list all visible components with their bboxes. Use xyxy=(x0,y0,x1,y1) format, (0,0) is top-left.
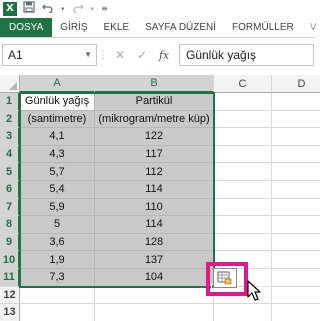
row-header-12[interactable]: 12 xyxy=(0,286,20,305)
cell-d10[interactable] xyxy=(272,251,320,269)
cell-d12[interactable] xyxy=(272,287,320,305)
cell-a13[interactable] xyxy=(20,304,95,321)
cell-c13[interactable] xyxy=(214,304,272,321)
cell-d5[interactable] xyxy=(272,163,320,181)
formula-input[interactable]: Günlük yağış xyxy=(179,44,314,66)
cell-a3[interactable]: 4,1 xyxy=(20,128,95,146)
cell-d7[interactable] xyxy=(272,199,320,217)
cell-b8[interactable]: 114 xyxy=(95,216,214,234)
tab-file[interactable]: DOSYA xyxy=(0,18,53,37)
row-header-11[interactable]: 11 xyxy=(0,269,20,287)
cell-d8[interactable] xyxy=(272,216,320,234)
cell-a7[interactable]: 5,9 xyxy=(20,198,95,217)
cell-c2[interactable] xyxy=(214,110,272,129)
quick-analysis-button[interactable] xyxy=(213,268,237,288)
cancel-icon[interactable]: ✕ xyxy=(109,48,131,62)
cell-b2[interactable]: (mikrogram/metre küp) xyxy=(95,110,214,129)
cell-b9[interactable]: 128 xyxy=(95,233,214,252)
row-header-9[interactable]: 9 xyxy=(0,233,20,252)
cell-b13[interactable] xyxy=(95,304,214,321)
row-header-8[interactable]: 8 xyxy=(0,216,20,234)
cell-d3[interactable] xyxy=(272,128,320,146)
row-header-7[interactable]: 7 xyxy=(0,198,20,217)
cell-c7[interactable] xyxy=(214,198,272,217)
undo-icon[interactable] xyxy=(42,1,54,16)
tab-home[interactable]: GİRİŞ xyxy=(52,18,95,37)
cell-a1[interactable]: Günlük yağış xyxy=(20,93,95,111)
cell-d4[interactable] xyxy=(272,146,320,164)
excel-app-icon[interactable]: X xyxy=(3,1,17,16)
enter-icon[interactable]: ✓ xyxy=(131,48,153,62)
row-header-4[interactable]: 4 xyxy=(0,145,20,164)
cell-d1[interactable] xyxy=(272,93,320,111)
cell-a5[interactable]: 5,7 xyxy=(20,163,95,181)
ribbon-tabs: DOSYA GİRİŞ EKLE SAYFA DÜZENİ FORMÜLLER … xyxy=(0,18,316,38)
row-header-1[interactable]: 1 xyxy=(0,93,20,111)
cell-a10[interactable]: 1,9 xyxy=(20,251,95,269)
select-all-button[interactable] xyxy=(0,75,20,93)
cell-c4[interactable] xyxy=(214,145,272,164)
customize-qat-icon[interactable]: ≡ xyxy=(101,3,108,15)
cell-a8[interactable]: 5 xyxy=(20,216,95,234)
column-header-c[interactable]: C xyxy=(214,75,272,93)
row-header-2[interactable]: 2 xyxy=(0,110,20,129)
tab-formulas[interactable]: FORMÜLLER xyxy=(224,18,302,37)
row-header-6[interactable]: 6 xyxy=(0,181,20,199)
row-header-13[interactable]: 13 xyxy=(0,304,20,321)
tab-insert[interactable]: EKLE xyxy=(96,18,138,37)
cell-b11[interactable]: 104 xyxy=(95,269,214,287)
tab-data[interactable]: VE xyxy=(302,18,316,37)
cell-b5[interactable]: 112 xyxy=(95,163,214,181)
cell-d9[interactable] xyxy=(272,234,320,252)
formula-bar-grip-icon[interactable]: ⋮ xyxy=(97,50,109,61)
cell-a9[interactable]: 3,6 xyxy=(20,233,95,252)
cell-c1[interactable] xyxy=(214,93,272,111)
chevron-down-icon[interactable]: ▼ xyxy=(84,50,92,59)
cell-c5[interactable] xyxy=(214,163,272,181)
chevron-down-icon[interactable]: ▾ xyxy=(61,3,65,15)
redo-icon[interactable] xyxy=(72,1,84,16)
cell-b1[interactable]: Partikül xyxy=(95,93,214,111)
cell-d13[interactable] xyxy=(272,304,320,321)
save-icon[interactable] xyxy=(23,1,35,16)
cell-c9[interactable] xyxy=(214,233,272,252)
column-header-d[interactable]: D xyxy=(272,75,320,93)
cell-a2[interactable]: (santimetre) xyxy=(20,110,95,129)
row-header-10[interactable]: 10 xyxy=(0,251,20,269)
name-box[interactable]: A1 ▼ xyxy=(2,44,97,66)
row-header-5[interactable]: 5 xyxy=(0,163,20,181)
cell-d6[interactable] xyxy=(272,181,320,199)
chevron-down-icon[interactable]: ▾ xyxy=(91,3,95,15)
name-box-value: A1 xyxy=(8,48,23,62)
mouse-cursor-icon xyxy=(247,280,261,301)
quick-access-toolbar: ▾ ▾ ≡ xyxy=(23,1,108,16)
title-bar: X ▾ ▾ ≡ xyxy=(0,0,316,17)
cell-b12[interactable] xyxy=(95,286,214,305)
cell-a11[interactable]: 7,3 xyxy=(20,269,95,287)
quick-analysis-icon xyxy=(217,271,232,285)
cell-a4[interactable]: 4,3 xyxy=(20,145,95,164)
cell-c6[interactable] xyxy=(214,181,272,199)
formula-bar: A1 ▼ ⋮ ✕ ✓ fx Günlük yağış xyxy=(0,42,316,68)
cell-b7[interactable]: 110 xyxy=(95,198,214,217)
column-header-b[interactable]: B xyxy=(95,75,214,93)
cell-d11[interactable] xyxy=(272,269,320,287)
cell-d2[interactable] xyxy=(272,111,320,129)
cell-b3[interactable]: 122 xyxy=(95,128,214,146)
cell-a12[interactable] xyxy=(20,286,95,305)
cell-b6[interactable]: 114 xyxy=(95,181,214,199)
cell-c8[interactable] xyxy=(214,216,272,234)
cell-b10[interactable]: 137 xyxy=(95,251,214,269)
row-header-3[interactable]: 3 xyxy=(0,128,20,146)
cell-c3[interactable] xyxy=(214,128,272,146)
tab-page-layout[interactable]: SAYFA DÜZENİ xyxy=(137,18,224,37)
column-header-a[interactable]: A xyxy=(20,75,95,93)
worksheet-grid[interactable]: A B C D 1 Günlük yağış Partikül 2 (santimetre) (m… xyxy=(0,75,320,321)
cell-b4[interactable]: 117 xyxy=(95,145,214,164)
cell-a6[interactable]: 5,4 xyxy=(20,181,95,199)
insert-function-icon[interactable]: fx xyxy=(153,49,175,62)
